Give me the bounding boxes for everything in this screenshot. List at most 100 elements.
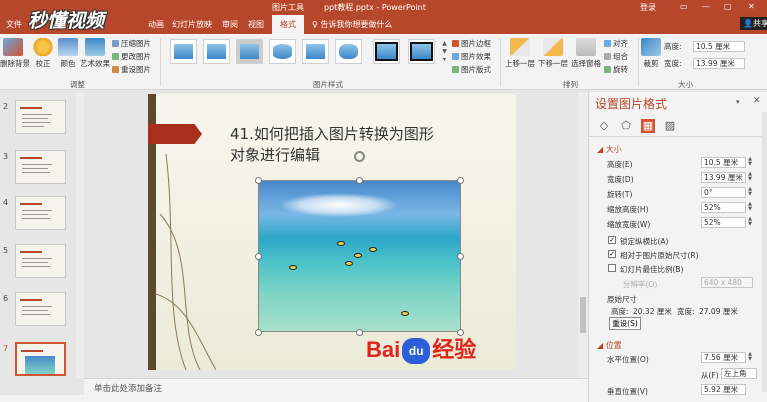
resize-handle[interactable] bbox=[255, 329, 262, 336]
picture-style-2[interactable] bbox=[203, 39, 230, 64]
slide-thumbnail[interactable] bbox=[15, 100, 66, 134]
horizontal-position-label: 水平位置(O) bbox=[607, 355, 649, 364]
change-picture-icon bbox=[112, 53, 119, 60]
relative-original-checkbox[interactable]: ✓ bbox=[608, 250, 616, 258]
picture-border-button[interactable]: 图片边框 bbox=[452, 39, 491, 49]
canvas-scrollbar[interactable] bbox=[578, 92, 588, 378]
resize-handle[interactable] bbox=[457, 177, 464, 184]
bring-forward-button[interactable]: 上移一层 bbox=[505, 38, 535, 69]
group-label-styles: 图片样式 bbox=[313, 80, 343, 89]
best-scale-checkbox[interactable] bbox=[608, 264, 616, 272]
ribbon-display-icon[interactable]: ▭ bbox=[680, 2, 688, 11]
scale-height-spinner[interactable]: ▲ ▼ bbox=[747, 202, 753, 213]
resolution-label: 分辨率(O) bbox=[623, 280, 658, 289]
height-spinner[interactable]: ▲ ▼ bbox=[747, 157, 753, 168]
scale-width-spinner[interactable]: ▲ ▼ bbox=[747, 217, 753, 228]
tell-me-box[interactable]: ♀ 告诉我你想要做什么 bbox=[312, 19, 392, 30]
vertical-position-field[interactable]: 5.92 厘米 bbox=[701, 384, 746, 395]
tab-file[interactable]: 文件 bbox=[6, 19, 22, 30]
baidu-watermark: Bai du 经验 bbox=[366, 332, 476, 364]
share-button[interactable]: 👤共享 bbox=[740, 17, 767, 30]
selection-pane-button[interactable]: 选择窗格 bbox=[570, 38, 602, 69]
size-section-header[interactable]: ◢ 大小 bbox=[597, 144, 622, 155]
picture-layout-button[interactable]: 图片版式 bbox=[452, 65, 491, 75]
tab-animation[interactable]: 动画 bbox=[148, 19, 164, 30]
compress-label: 压缩图片 bbox=[121, 39, 151, 48]
group-button[interactable]: 组合 bbox=[604, 52, 628, 62]
resize-handle[interactable] bbox=[356, 177, 363, 184]
picture-style-6[interactable] bbox=[335, 39, 362, 64]
picture-icon[interactable]: ▨ bbox=[663, 119, 677, 133]
slide-thumbnail[interactable] bbox=[15, 244, 66, 278]
lock-aspect-checkbox[interactable]: ✓ bbox=[608, 236, 616, 244]
rotate-handle-icon[interactable] bbox=[354, 151, 365, 162]
pane-scrollbar[interactable] bbox=[762, 112, 767, 392]
minimize-icon[interactable]: — bbox=[702, 2, 710, 11]
reset-picture-button[interactable]: 重设图片 bbox=[112, 65, 151, 75]
color-label: 颜色 bbox=[60, 59, 76, 68]
effects-pentagon-icon[interactable]: ⬠ bbox=[619, 119, 633, 133]
rotate-button[interactable]: 旋转 bbox=[604, 65, 628, 75]
scrollbar-thumb[interactable] bbox=[580, 297, 586, 333]
pane-options-icon[interactable]: ▾ bbox=[736, 98, 740, 106]
position-section-header[interactable]: ◢ 位置 bbox=[597, 340, 622, 351]
from-select[interactable]: 左上角 bbox=[721, 368, 757, 379]
close-icon[interactable]: ✕ bbox=[748, 2, 755, 11]
compress-pictures-button[interactable]: 压缩图片 bbox=[112, 39, 151, 49]
scale-height-field[interactable]: 52% bbox=[701, 202, 746, 213]
color-button[interactable]: 颜色 bbox=[58, 38, 78, 69]
width-label: 宽度: bbox=[664, 59, 682, 68]
width-input[interactable]: 13.99 厘米 bbox=[693, 58, 745, 69]
align-button[interactable]: 对齐 bbox=[604, 39, 628, 49]
original-width-value: 27.09 厘米 bbox=[699, 307, 738, 316]
scale-width-field[interactable]: 52% bbox=[701, 217, 746, 228]
width-field[interactable]: 13.99 厘米 bbox=[701, 172, 746, 183]
pane-close-icon[interactable]: ✕ bbox=[753, 96, 761, 106]
picture-effects-button[interactable]: 图片效果 bbox=[452, 52, 491, 62]
picture-style-8[interactable] bbox=[408, 39, 435, 64]
change-picture-button[interactable]: 更改图片 bbox=[112, 52, 151, 62]
picture-style-1[interactable] bbox=[170, 39, 197, 64]
picture-style-5[interactable] bbox=[302, 39, 329, 64]
remove-background-button[interactable]: 删除背景 bbox=[0, 38, 30, 69]
picture-style-4[interactable] bbox=[269, 39, 296, 64]
rotation-spinner[interactable]: ▲ ▼ bbox=[747, 187, 753, 198]
resize-handle[interactable] bbox=[457, 253, 464, 260]
horizontal-position-spinner[interactable]: ▲ ▼ bbox=[747, 352, 753, 363]
resolution-select[interactable]: 640 x 480 bbox=[701, 277, 753, 288]
slide-thumbnail-selected[interactable] bbox=[15, 342, 66, 376]
fill-line-icon[interactable]: ◇ bbox=[597, 119, 611, 133]
styles-gallery-scroll[interactable]: ▲ ▼ ▾ bbox=[441, 40, 448, 64]
resize-handle[interactable] bbox=[356, 329, 363, 336]
artistic-effects-button[interactable]: 艺术效果 bbox=[80, 38, 110, 69]
height-field[interactable]: 10.5 厘米 bbox=[701, 157, 746, 168]
correct-button[interactable]: 校正 bbox=[32, 38, 54, 69]
size-properties-icon[interactable]: ▦ bbox=[641, 119, 655, 133]
thumbnail-scrollbar[interactable] bbox=[76, 92, 84, 378]
width-spinner[interactable]: ▲ ▼ bbox=[747, 172, 753, 183]
maximize-icon[interactable]: ▢ bbox=[724, 2, 732, 11]
picture-style-7[interactable] bbox=[373, 39, 400, 64]
underwater-picture[interactable] bbox=[258, 180, 461, 332]
resize-handle[interactable] bbox=[255, 177, 262, 184]
tab-review[interactable]: 审阅 bbox=[222, 19, 238, 30]
tab-view[interactable]: 视图 bbox=[248, 19, 264, 30]
slide[interactable]: 41.如何把插入图片转换为图形 对象进行编辑 Bai du 经验 bbox=[148, 94, 516, 370]
resize-handle[interactable] bbox=[255, 253, 262, 260]
ribbon: 删除背景 校正 颜色 艺术效果 压缩图片 更改图片 重设图片 调整 ▲ ▼ ▾ 图片… bbox=[0, 34, 767, 90]
notes-pane[interactable]: 单击此处添加备注 bbox=[84, 378, 588, 395]
tab-format[interactable]: 格式 bbox=[272, 15, 304, 34]
crop-button[interactable]: 裁剪 bbox=[641, 38, 661, 69]
height-input[interactable]: 10.5 厘米 bbox=[693, 41, 745, 52]
rotation-field[interactable]: 0° bbox=[701, 187, 746, 198]
slide-thumbnail[interactable] bbox=[15, 150, 66, 184]
login-link[interactable]: 登录 bbox=[640, 2, 656, 13]
reset-button[interactable]: 重设(S) bbox=[609, 317, 641, 330]
send-backward-button[interactable]: 下移一层 bbox=[538, 38, 568, 69]
slide-thumbnail[interactable] bbox=[15, 292, 66, 326]
picture-style-3[interactable] bbox=[236, 39, 263, 64]
horizontal-position-field[interactable]: 7.56 厘米 bbox=[701, 352, 746, 363]
person-icon: 👤 bbox=[743, 19, 753, 28]
tab-slideshow[interactable]: 幻灯片放映 bbox=[172, 19, 212, 30]
slide-thumbnail[interactable] bbox=[15, 196, 66, 230]
